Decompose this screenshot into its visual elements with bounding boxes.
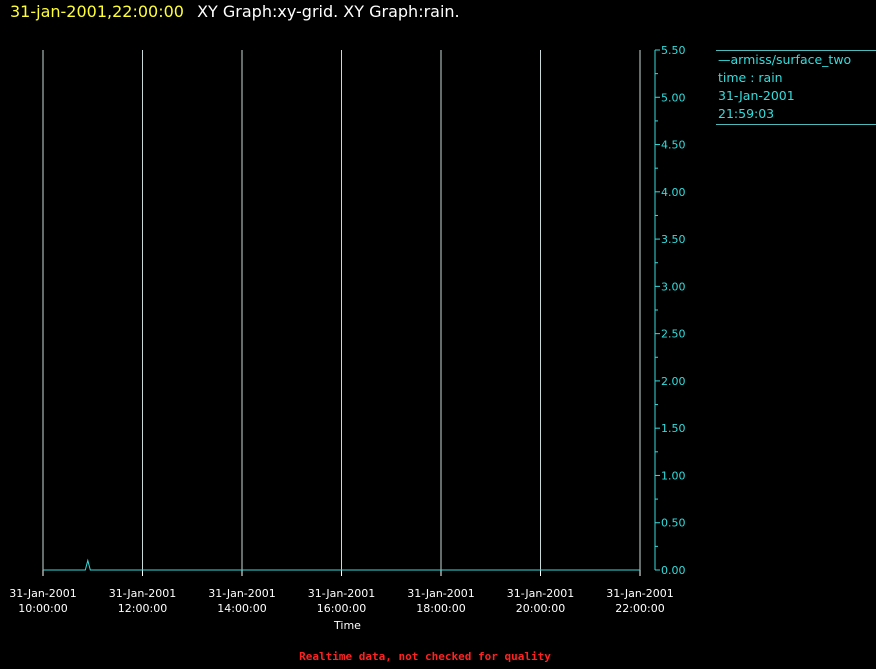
legend-axes-label: time : rain (718, 70, 783, 85)
x-tick-label-time: 14:00:00 (217, 602, 266, 615)
x-tick-label-date: 31-Jan-2001 (208, 587, 276, 600)
legend: —armiss/surface_two time : rain 31-Jan-2… (716, 50, 876, 125)
y-tick-label: 0.50 (661, 517, 686, 530)
y-tick-label: 5.50 (661, 44, 686, 57)
x-axis-title: Time (333, 619, 361, 632)
x-tick-label-date: 31-Jan-2001 (109, 587, 177, 600)
x-tick-label-time: 20:00:00 (516, 602, 565, 615)
x-tick-label-time: 10:00:00 (18, 602, 67, 615)
x-tick-label-time: 16:00:00 (317, 602, 366, 615)
y-tick-label: 4.00 (661, 186, 686, 199)
x-tick-label-date: 31-Jan-2001 (9, 587, 77, 600)
y-tick-label: 1.50 (661, 422, 686, 435)
y-tick-label: 0.00 (661, 564, 686, 577)
quality-note: Realtime data, not checked for quality (299, 650, 551, 663)
x-tick-label-time: 12:00:00 (118, 602, 167, 615)
y-tick-label: 3.00 (661, 280, 686, 293)
x-tick-label-date: 31-Jan-2001 (407, 587, 475, 600)
legend-date: 31-Jan-2001 (718, 88, 795, 103)
x-tick-label-time: 22:00:00 (615, 602, 664, 615)
legend-series-label: —armiss/surface_two (718, 52, 852, 67)
y-tick-label: 2.00 (661, 375, 686, 388)
y-tick-label: 1.00 (661, 469, 686, 482)
y-tick-label: 4.50 (661, 139, 686, 152)
legend-time: 21:59:03 (718, 106, 775, 121)
x-tick-label-date: 31-Jan-2001 (308, 587, 376, 600)
x-tick-label-date: 31-Jan-2001 (606, 587, 674, 600)
y-tick-label: 3.50 (661, 233, 686, 246)
x-tick-label-date: 31-Jan-2001 (507, 587, 575, 600)
x-tick-label-time: 18:00:00 (416, 602, 465, 615)
legend-bottom-divider (716, 124, 876, 125)
y-tick-label: 5.00 (661, 91, 686, 104)
y-tick-label: 2.50 (661, 328, 686, 341)
